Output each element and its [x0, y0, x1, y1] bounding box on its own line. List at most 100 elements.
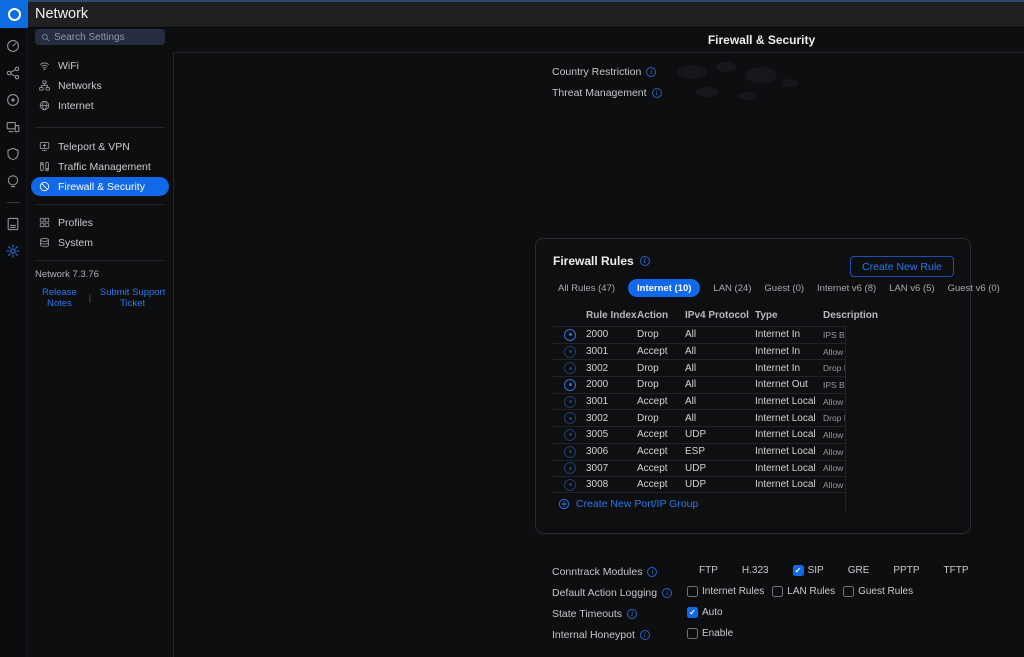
sidebar-item-traffic-management[interactable]: Traffic Management — [31, 157, 169, 176]
sidebar-item-teleport-vpn[interactable]: Teleport & VPN — [31, 137, 169, 156]
rail-item-settings[interactable] — [6, 244, 20, 258]
option-guest-rules[interactable]: Guest Rules — [843, 586, 913, 597]
release-notes-link[interactable]: Release Notes — [35, 287, 84, 309]
firewall-rule-row[interactable]: 3008AcceptUDPInternet LocalAllow — [553, 476, 846, 493]
rule-index-cell: 3001 — [586, 346, 637, 357]
firewall-rule-row[interactable]: 3001AcceptAllInternet LocalAllow — [553, 393, 846, 410]
firewall-rule-row[interactable]: 3005AcceptUDPInternet LocalAllow — [553, 426, 846, 443]
create-port-ip-group-link[interactable]: Create New Port/IP Group — [552, 497, 704, 511]
search-settings-box[interactable] — [35, 29, 165, 45]
rule-action-cell: Accept — [637, 463, 685, 474]
create-new-rule-button[interactable]: Create New Rule — [850, 256, 954, 277]
sidebar-item-internet[interactable]: Internet — [31, 96, 169, 115]
search-settings-input[interactable] — [54, 32, 159, 43]
unifi-logo-icon — [8, 8, 21, 21]
firewall-rules-tabs: All Rules (47) Internet (10) LAN (24) Guest… — [558, 279, 1000, 297]
unifi-logo[interactable] — [0, 0, 28, 28]
rule-description-cell: Drop I — [823, 363, 846, 373]
rule-type-cell: Internet Local — [755, 413, 823, 424]
tab-internet-10[interactable]: Internet (10) — [628, 279, 700, 297]
tab-guest-v6-0[interactable]: Guest v6 (0) — [948, 283, 1000, 294]
option-enable[interactable]: Enable — [687, 628, 733, 639]
sidebar-divider — [35, 260, 165, 261]
rail-item-clients[interactable] — [6, 120, 20, 134]
tab-lan-24[interactable]: LAN (24) — [713, 283, 751, 294]
sidebar-item-networks[interactable]: Networks — [31, 76, 169, 95]
sidebar-item-label: Teleport & VPN — [58, 141, 130, 153]
option-sip[interactable]: ✓SIP — [793, 565, 824, 576]
firewall-rule-row[interactable]: 2000DropAllInternet InIPS B — [553, 326, 846, 343]
sidebar-item-profiles[interactable]: Profiles — [31, 213, 169, 232]
rail-item-dashboard[interactable] — [6, 39, 20, 53]
rule-status-icon[interactable] — [564, 429, 576, 441]
sidebar-item-firewall-security[interactable]: Firewall & Security — [31, 177, 169, 196]
info-icon[interactable]: i — [662, 588, 672, 598]
option-h-323[interactable]: H.323 — [742, 565, 769, 576]
networks-icon — [39, 80, 50, 91]
sidebar-item-label: Traffic Management — [58, 161, 151, 173]
sidebar-item-system[interactable]: System — [31, 233, 169, 252]
firewall-rule-row[interactable]: 3007AcceptUDPInternet LocalAllow — [553, 460, 846, 477]
rule-status-icon[interactable] — [564, 412, 576, 424]
option-auto[interactable]: ✓Auto — [687, 607, 723, 618]
rule-index-cell: 3002 — [586, 413, 637, 424]
submit-support-ticket-link[interactable]: Submit Support Ticket — [96, 287, 169, 309]
tab-guest-0[interactable]: Guest (0) — [764, 283, 804, 294]
option-pptp[interactable]: PPTP — [893, 565, 919, 576]
rule-description-cell: IPS B — [823, 330, 846, 340]
firewall-rule-row[interactable]: 3001AcceptAllInternet InAllow — [553, 343, 846, 360]
globe-icon — [39, 100, 50, 111]
tab-lan-v6-5[interactable]: LAN v6 (5) — [889, 283, 934, 294]
option-internet-rules[interactable]: Internet Rules — [687, 586, 764, 597]
app-header: Network — [0, 0, 1024, 28]
firewall-rule-row[interactable]: 3002DropAllInternet InDrop I — [553, 359, 846, 376]
rule-status-icon[interactable] — [564, 329, 576, 341]
rule-status-icon[interactable] — [564, 446, 576, 458]
country-restriction-label: Country Restriction — [552, 66, 641, 78]
sidebar-item-label: Internet — [58, 100, 94, 112]
info-icon[interactable]: i — [646, 67, 656, 77]
tab-internet-v6-8[interactable]: Internet v6 (8) — [817, 283, 876, 294]
rail-item-insights[interactable] — [6, 147, 20, 161]
sidebar-item-label: Firewall & Security — [58, 181, 145, 193]
rule-action-cell: Accept — [637, 446, 685, 457]
rail-item-radios[interactable] — [6, 174, 20, 188]
devices-target-icon — [6, 93, 20, 107]
rule-status-icon[interactable] — [564, 396, 576, 408]
firewall-rule-row[interactable]: 3002DropAllInternet LocalDrop I — [553, 409, 846, 426]
info-icon[interactable]: i — [652, 88, 662, 98]
option-tftp[interactable]: TFTP — [944, 565, 969, 576]
rail-item-devices[interactable] — [6, 93, 20, 107]
info-icon[interactable]: i — [627, 609, 637, 619]
rule-protocol-cell: All — [685, 413, 755, 424]
rule-status-icon[interactable] — [564, 462, 576, 474]
firewall-rule-row[interactable]: 2000DropAllInternet OutIPS B — [553, 376, 846, 393]
rule-index-cell: 2000 — [586, 379, 637, 390]
page-title: Firewall & Security — [552, 33, 971, 47]
tab-all-rules-47[interactable]: All Rules (47) — [558, 283, 615, 294]
rule-action-cell: Drop — [637, 329, 685, 340]
rule-action-cell: Accept — [637, 396, 685, 407]
option-gre[interactable]: GRE — [848, 565, 870, 576]
sidebar-item-wifi[interactable]: WiFi — [31, 56, 169, 75]
option-label: TFTP — [944, 565, 969, 576]
rule-status-icon[interactable] — [564, 379, 576, 391]
rule-description-cell: Allow — [823, 447, 846, 457]
rule-status-icon[interactable] — [564, 362, 576, 374]
info-icon[interactable]: i — [640, 256, 650, 266]
sidebar-content-divider — [173, 52, 174, 657]
dashboard-icon — [6, 39, 20, 53]
rule-status-icon[interactable] — [564, 479, 576, 491]
firewall-rule-row[interactable]: 3006AcceptESPInternet LocalAllow — [553, 443, 846, 460]
option-lan-rules[interactable]: LAN Rules — [772, 586, 835, 597]
rail-item-system-log[interactable] — [6, 217, 20, 231]
rule-status-icon[interactable] — [564, 346, 576, 358]
sidebar-item-label: System — [58, 237, 93, 249]
option-ftp[interactable]: FTP — [699, 565, 718, 576]
info-icon[interactable]: i — [640, 630, 650, 640]
rule-protocol-cell: UDP — [685, 463, 755, 474]
option-label: Guest Rules — [858, 586, 913, 597]
content-header-divider — [173, 52, 1024, 53]
rail-item-topology[interactable] — [6, 66, 20, 80]
info-icon[interactable]: i — [647, 567, 657, 577]
